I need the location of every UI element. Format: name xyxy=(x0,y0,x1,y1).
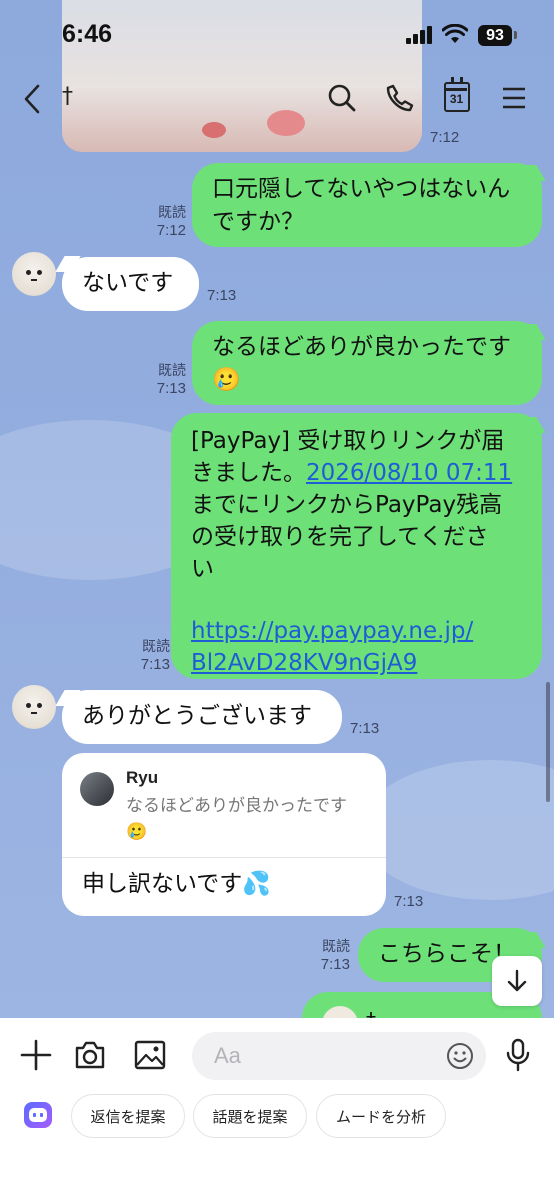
message-text: ないです xyxy=(82,270,174,296)
message-time: 7:13 xyxy=(207,287,237,304)
back-icon[interactable] xyxy=(20,83,44,115)
status-time: 6:46 xyxy=(62,20,113,48)
ai-assistant-icon[interactable] xyxy=(24,1102,52,1128)
message-meta: 既読 7:13 xyxy=(304,938,350,974)
message-input-container[interactable] xyxy=(192,1032,486,1080)
message-time: 7:13 xyxy=(320,956,350,973)
message-text: までにリンクからPayPay残高 xyxy=(191,492,503,518)
menu-icon[interactable] xyxy=(503,87,525,109)
message-text: 申し訳ないです💦 xyxy=(82,871,271,897)
chat-area[interactable]: 7:12 既読 7:12 口元隠してないやつはないん ですか？ ないです 7:1… xyxy=(0,0,554,1018)
arrow-down-icon xyxy=(507,969,527,992)
message-time: 7:13 xyxy=(394,893,424,910)
wifi-icon xyxy=(442,24,468,43)
message-meta: 既読 7:12 xyxy=(140,204,186,240)
composer-toolbar: 返信を提案 話題を提案 ムードを分析 xyxy=(0,1018,554,1199)
message-time: 7:13 xyxy=(156,380,186,397)
message-text: の受け取りを完了してくださ xyxy=(191,524,489,550)
battery-indicator: 93 xyxy=(478,25,512,46)
paypay-url-link[interactable]: https://pay.paypay.ne.jp/ xyxy=(191,615,542,647)
message-meta: 既読 7:13 xyxy=(124,638,170,674)
camera-icon[interactable] xyxy=(74,1040,106,1070)
contact-avatar[interactable] xyxy=(12,685,56,729)
read-receipt: 既読 xyxy=(158,363,186,379)
quoted-user-avatar xyxy=(80,772,114,806)
quoted-emoji: 🥲 xyxy=(126,822,148,842)
status-bar: 6:46 93 xyxy=(0,0,554,70)
message-text: 口元隠してないやつはないん xyxy=(212,176,511,202)
message-text: なるほどありが良かったです xyxy=(212,334,511,360)
message-text: い xyxy=(191,556,214,582)
message-bubble-sent[interactable]: なるほどありが良かったです 🥲 xyxy=(192,321,542,405)
quoted-user-name: Ryu xyxy=(126,768,159,787)
message-input[interactable] xyxy=(214,1040,434,1072)
message-bubble-sent[interactable]: 口元隠してないやつはないん ですか？ xyxy=(192,163,542,247)
message-text-line: きました。2026/08/10 07:11 xyxy=(191,457,542,489)
date-link[interactable]: 2026/08/10 07:11 xyxy=(306,460,512,486)
read-receipt: 既読 xyxy=(322,939,350,955)
message-text: きました。 xyxy=(191,460,306,486)
analyze-mood-chip[interactable]: ムードを分析 xyxy=(316,1094,446,1138)
photo-timestamp: 7:12 xyxy=(430,129,460,146)
suggest-topic-chip[interactable]: 話題を提案 xyxy=(193,1094,307,1138)
message-text: [PayPay] 受け取りリンクが届 xyxy=(191,428,505,454)
divider xyxy=(62,857,386,858)
calendar-day: 31 xyxy=(449,92,464,106)
image-icon[interactable] xyxy=(134,1040,166,1070)
chat-header: † 31 xyxy=(0,70,554,128)
cellular-signal-icon xyxy=(406,26,432,44)
calendar-icon[interactable]: 31 xyxy=(444,77,470,112)
message-time: 7:13 xyxy=(350,720,380,737)
read-receipt: 既読 xyxy=(142,639,170,655)
contact-name[interactable]: † xyxy=(62,84,73,109)
message-meta: 既読 7:13 xyxy=(140,362,186,398)
read-receipt: 既読 xyxy=(158,205,186,221)
message-text: ありがとうございます xyxy=(82,703,312,729)
plus-icon[interactable] xyxy=(20,1039,52,1071)
suggest-reply-chip[interactable]: 返信を提案 xyxy=(71,1094,185,1138)
message-emoji: 🥲 xyxy=(212,367,241,393)
contact-avatar[interactable] xyxy=(12,252,56,296)
quoted-message: なるほどありが良かったです 🥲 xyxy=(126,793,347,845)
search-icon[interactable] xyxy=(327,83,357,113)
message-time: 7:13 xyxy=(140,656,170,673)
message-text: † xyxy=(366,1004,376,1018)
background-cloud xyxy=(360,760,554,900)
message-bubble-received[interactable]: ありがとうございます xyxy=(62,690,342,744)
quoted-text: なるほどありが良かったです xyxy=(126,796,347,816)
message-text: ですか？ xyxy=(212,209,304,235)
phone-icon[interactable] xyxy=(385,83,415,113)
paypay-url-link[interactable]: Bl2AvD28KV9nGjA9 xyxy=(191,647,542,679)
message-bubble-reply[interactable]: Ryu なるほどありが良かったです 🥲 申し訳ないです💦 xyxy=(62,753,386,916)
battery-tip xyxy=(514,31,517,39)
scrollbar[interactable] xyxy=(546,682,550,802)
emoji-icon[interactable] xyxy=(446,1042,474,1070)
scroll-to-bottom-button[interactable] xyxy=(492,956,542,1006)
sticker-avatar xyxy=(322,1006,358,1018)
microphone-icon[interactable] xyxy=(505,1038,531,1072)
message-bubble-received[interactable]: ないです xyxy=(62,257,199,311)
message-bubble-sent[interactable]: [PayPay] 受け取りリンクが届 きました。2026/08/10 07:11… xyxy=(171,413,542,679)
message-time: 7:12 xyxy=(156,222,186,239)
